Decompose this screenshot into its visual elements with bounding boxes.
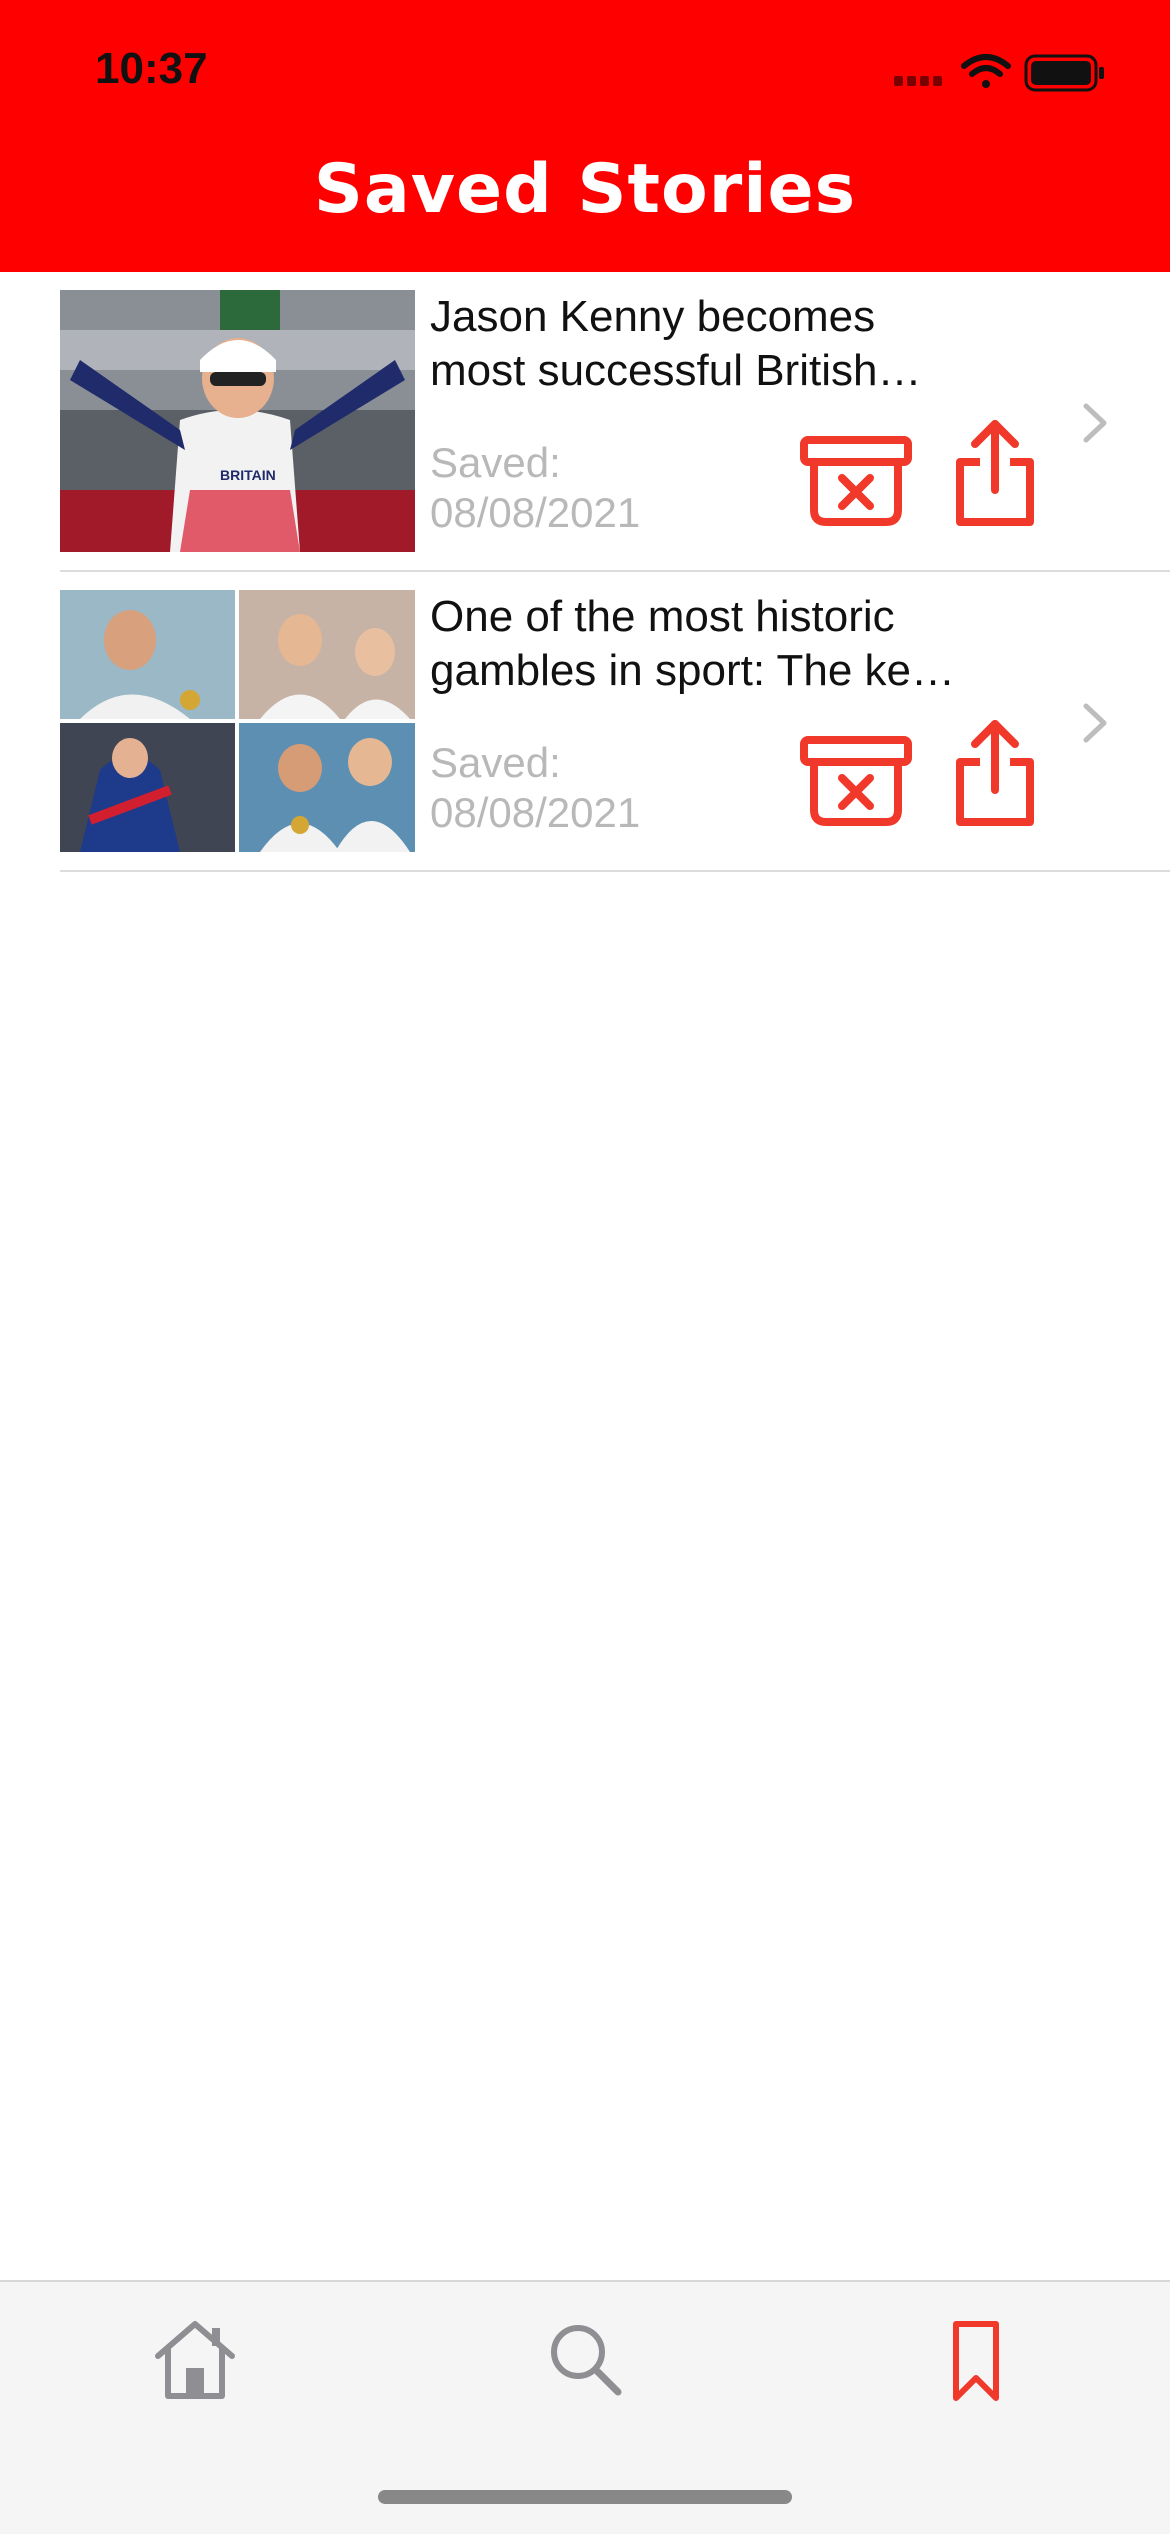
wifi-icon <box>961 54 1011 88</box>
story-row[interactable]: One of the most historic gambles in spor… <box>0 572 1170 872</box>
page-title: Saved Stories <box>313 150 857 229</box>
tab-home[interactable] <box>150 2316 240 2406</box>
story-thumbnail: BRITAIN <box>60 290 415 552</box>
saved-stories-list: BRITAIN Jason Kenny becomes most success… <box>0 272 1170 872</box>
story-thumbnail <box>60 590 415 852</box>
story-row[interactable]: BRITAIN Jason Kenny becomes most success… <box>0 272 1170 572</box>
svg-text:BRITAIN: BRITAIN <box>220 467 276 483</box>
trash-x-icon <box>800 736 912 826</box>
header-bar: 10:37 Saved Stories <box>0 0 1170 272</box>
saved-date: Saved: 08/08/2021 <box>430 739 641 836</box>
delete-button[interactable] <box>800 432 912 528</box>
home-icon <box>155 2321 235 2399</box>
saved-date: Saved: 08/08/2021 <box>430 439 641 536</box>
delete-button[interactable] <box>800 732 912 828</box>
share-icon <box>956 420 1034 526</box>
row-divider <box>60 870 1170 872</box>
chevron-right-icon <box>1080 400 1110 446</box>
share-icon <box>956 720 1034 826</box>
tab-search[interactable] <box>540 2316 630 2406</box>
status-time: 10:37 <box>95 44 208 93</box>
search-icon <box>551 2325 622 2396</box>
share-button[interactable] <box>950 718 1040 830</box>
story-headline: Jason Kenny becomes most successful Brit… <box>430 292 922 395</box>
battery-icon <box>1024 54 1104 92</box>
status-icons <box>894 52 1114 96</box>
chevron-right-icon <box>1080 700 1110 746</box>
trash-x-icon <box>800 436 912 526</box>
bookmark-icon <box>953 2321 999 2401</box>
share-button[interactable] <box>950 418 1040 530</box>
cellular-icon <box>894 76 942 86</box>
story-headline: One of the most historic gambles in spor… <box>430 592 955 695</box>
home-indicator <box>378 2490 792 2504</box>
tab-saved[interactable] <box>930 2316 1020 2406</box>
